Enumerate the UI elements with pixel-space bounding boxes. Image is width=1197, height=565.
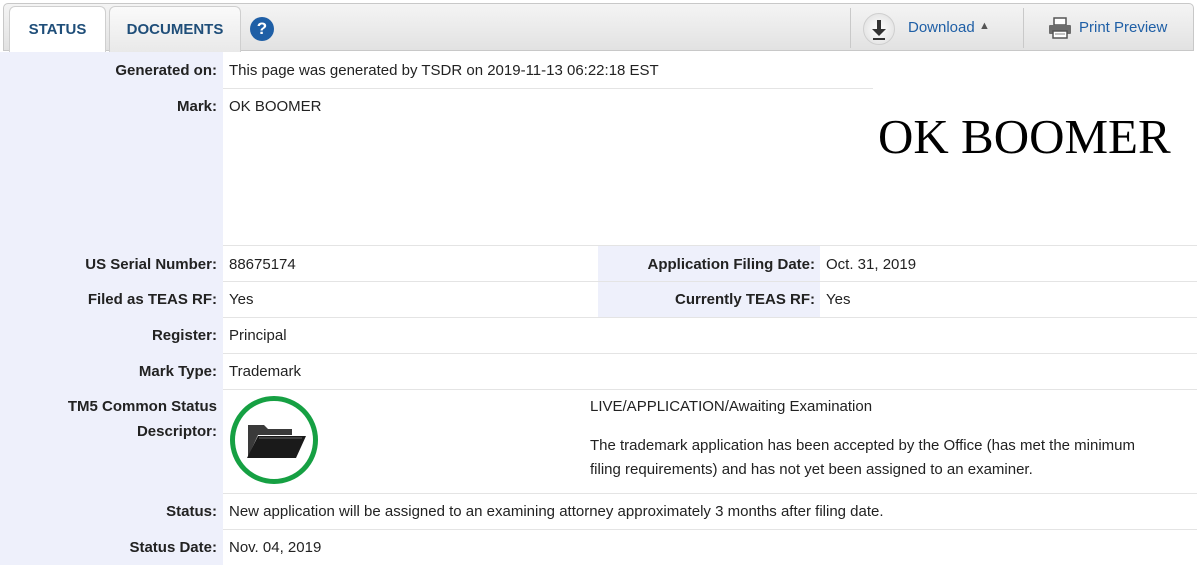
register-label: Register: <box>151 327 217 344</box>
row-divider <box>223 493 1197 494</box>
status-date-value: Nov. 04, 2019 <box>229 539 322 556</box>
current-teas-value: Yes <box>826 291 851 308</box>
filed-teas-value: Yes <box>229 291 254 308</box>
mark-type-value: Trademark <box>229 363 301 380</box>
download-icon[interactable] <box>863 13 895 45</box>
tab-status[interactable]: STATUS <box>9 6 106 52</box>
generated-on-label: Generated on: <box>115 62 217 79</box>
chevron-up-icon[interactable]: ▲ <box>979 20 990 32</box>
serial-number-value: 88675174 <box>229 256 296 273</box>
tab-documents[interactable]: DOCUMENTS <box>109 6 241 52</box>
toolbar-divider <box>1023 8 1024 48</box>
filed-teas-label: Filed as TEAS RF: <box>87 291 217 308</box>
serial-number-label: US Serial Number: <box>85 256 217 273</box>
generated-on-value: This page was generated by TSDR on 2019-… <box>229 62 659 79</box>
row-divider <box>223 88 873 89</box>
toolbar-divider <box>850 8 851 48</box>
label-column <box>0 52 223 565</box>
folder-icon <box>247 425 306 458</box>
help-icon[interactable]: ? <box>250 17 274 41</box>
status-label: Status: <box>166 503 217 520</box>
mark-image: OK BOOMER <box>878 109 1171 164</box>
row-divider <box>223 353 1197 354</box>
printer-icon[interactable] <box>1048 17 1072 39</box>
download-button[interactable]: Download <box>908 19 975 36</box>
register-value: Principal <box>229 327 287 344</box>
filing-date-value: Oct. 31, 2019 <box>826 256 917 273</box>
filing-date-label: Application Filing Date: <box>647 256 816 273</box>
tm5-label-line2: Descriptor: <box>136 423 217 440</box>
status-value: New application will be assigned to an e… <box>229 503 884 520</box>
status-date-label: Status Date: <box>129 539 217 556</box>
mark-label: Mark: <box>176 98 217 115</box>
row-divider <box>223 529 1197 530</box>
row-divider <box>223 317 1197 318</box>
mark-value: OK BOOMER <box>229 98 322 115</box>
current-teas-label: Currently TEAS RF: <box>674 291 815 308</box>
download-arrow-icon <box>872 20 886 40</box>
mark-type-label: Mark Type: <box>138 363 217 380</box>
row-divider <box>223 389 1197 390</box>
tm5-status-value: LIVE/APPLICATION/Awaiting Examination <box>590 398 873 415</box>
tm5-description-line2: filing requirements) and has not yet bee… <box>590 461 1033 478</box>
tm5-label-line1: TM5 Common Status <box>67 398 217 415</box>
tm5-description-line1: The trademark application has been accep… <box>590 437 1136 454</box>
print-preview-button[interactable]: Print Preview <box>1079 19 1167 36</box>
